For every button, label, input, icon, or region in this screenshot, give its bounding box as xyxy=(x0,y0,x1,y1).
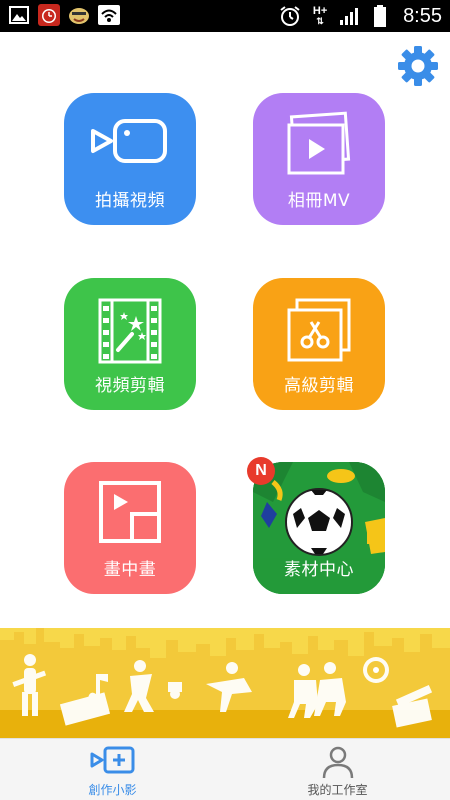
clock-time: 8:55 xyxy=(403,4,442,27)
video-edit-tile[interactable]: 視頻剪輯 xyxy=(64,278,196,410)
gear-icon xyxy=(398,46,438,86)
battery-icon xyxy=(369,5,391,27)
picture-in-picture-icon xyxy=(99,481,161,543)
video-edit-label: 視頻剪輯 xyxy=(95,376,165,396)
picture-in-picture-label: 畫中畫 xyxy=(103,560,157,580)
album-mv-label: 相冊MV xyxy=(287,191,351,211)
bottom-nav: 創作小影 我的工作室 xyxy=(0,738,450,800)
advanced-edit-tile[interactable]: 高級剪輯 xyxy=(253,278,385,410)
material-center-tile[interactable]: 素材中心 xyxy=(253,462,385,594)
nav-create-video[interactable]: 創作小影 xyxy=(0,739,225,800)
nav-studio-label: 我的工作室 xyxy=(307,783,368,797)
alarm-app-icon xyxy=(38,4,60,26)
new-badge: N xyxy=(247,457,275,485)
network-type: H+ ⇅ xyxy=(312,5,328,27)
gallery-icon xyxy=(8,4,30,26)
signal-icon xyxy=(339,5,361,27)
nav-my-studio[interactable]: 我的工作室 xyxy=(225,739,450,800)
picture-in-picture-tile[interactable]: 畫中畫 xyxy=(64,462,196,594)
shoot-video-label: 拍攝視頻 xyxy=(95,191,165,211)
advanced-edit-label: 高級剪輯 xyxy=(284,376,354,396)
promo-banner xyxy=(0,628,450,738)
wifi-icon xyxy=(98,4,120,26)
shoot-video-tile[interactable]: 拍攝視頻 xyxy=(64,93,196,225)
settings-button[interactable] xyxy=(397,45,439,87)
photo-album-icon xyxy=(287,111,351,175)
alarm-clock-icon xyxy=(279,5,301,27)
status-bar: H+ ⇅ 8:55 xyxy=(0,0,450,32)
nav-create-label: 創作小影 xyxy=(88,783,137,797)
video-add-icon xyxy=(90,746,134,774)
user-icon xyxy=(322,746,353,779)
film-magic-icon xyxy=(98,298,162,364)
emoji-app-icon xyxy=(68,4,90,26)
camera-icon xyxy=(91,119,167,163)
material-center-label: 素材中心 xyxy=(284,560,354,580)
album-mv-tile[interactable]: 相冊MV xyxy=(253,93,385,225)
scissors-photo-icon xyxy=(287,298,351,362)
